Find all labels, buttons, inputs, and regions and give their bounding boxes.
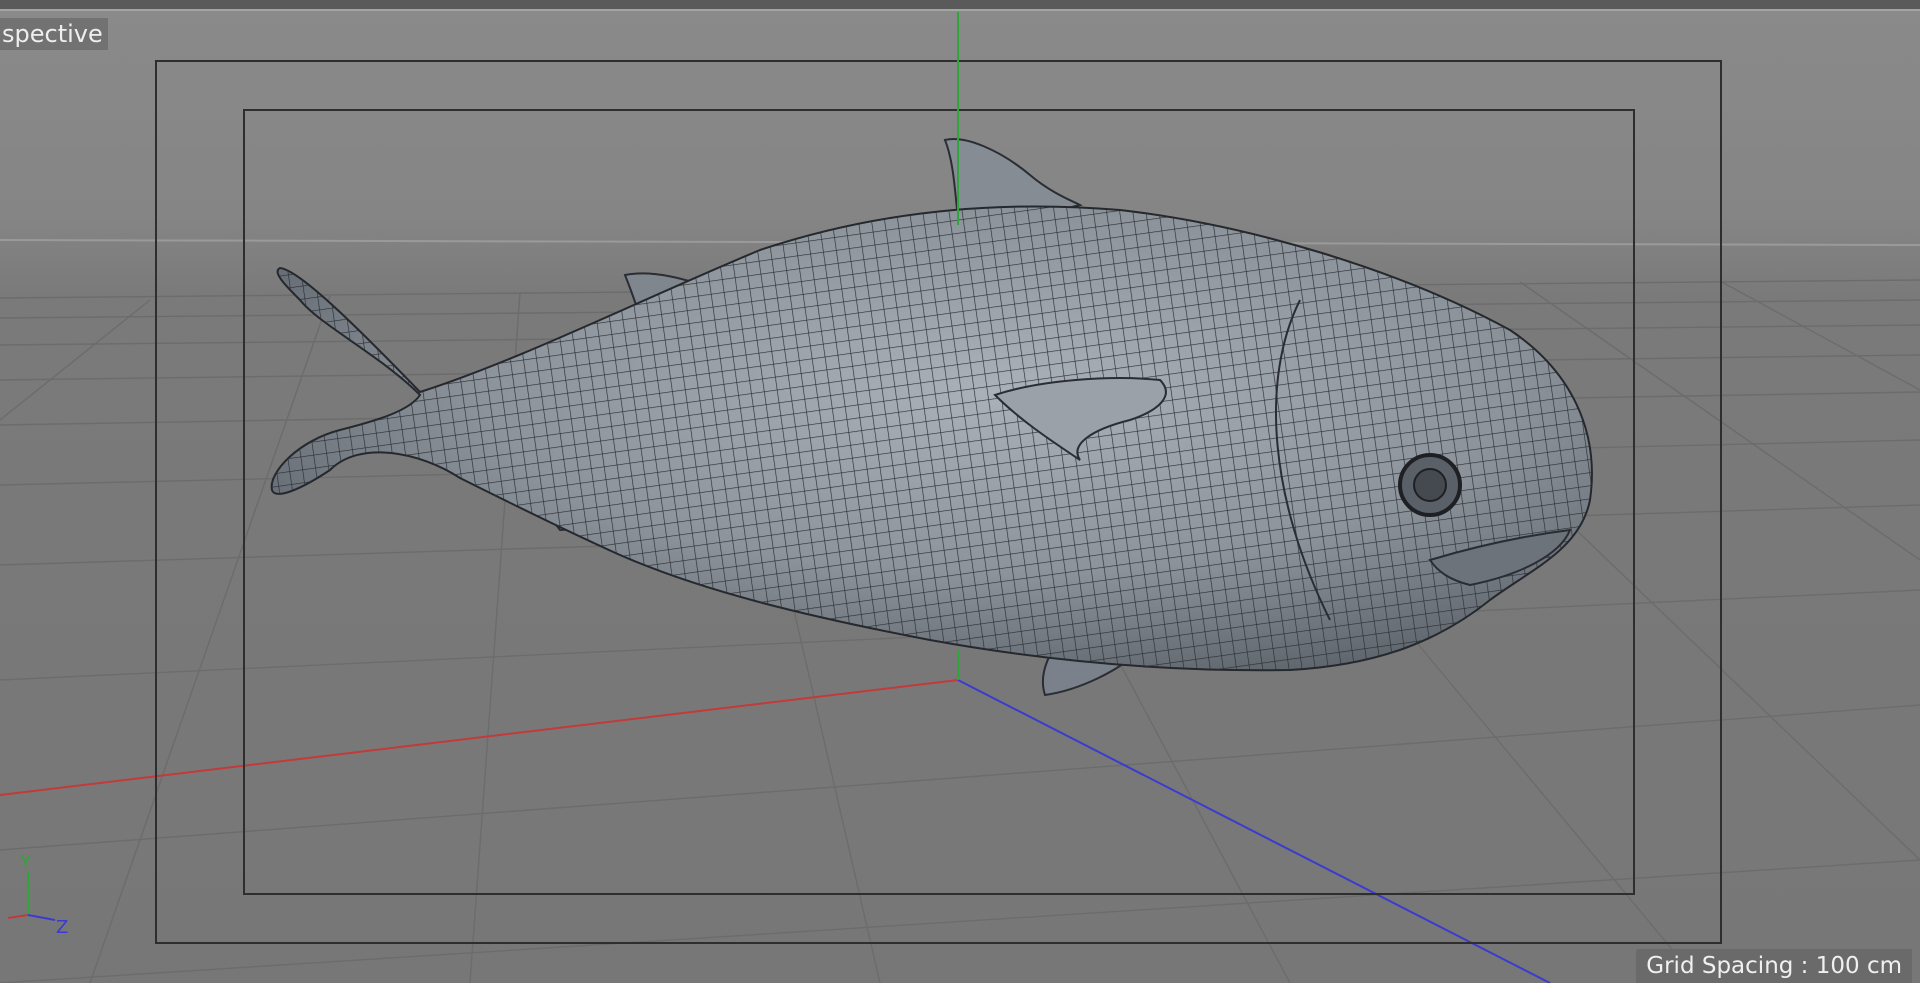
z-axis-line xyxy=(957,679,1551,983)
gizmo-y-label: Y xyxy=(19,852,32,873)
gizmo-z-label: Z xyxy=(56,917,68,938)
fish-mesh-model[interactable] xyxy=(260,138,1610,697)
x-axis-line xyxy=(0,679,959,796)
viewport-scene[interactable]: Y Z xyxy=(0,0,1920,983)
3d-viewport[interactable]: Y Z spective Grid Spacing : 100 cm xyxy=(0,0,1920,983)
grid-spacing-readout: Grid Spacing : 100 cm xyxy=(1636,949,1912,983)
axis-gizmo: Y Z xyxy=(7,852,68,938)
viewport-view-label[interactable]: spective xyxy=(0,18,108,50)
